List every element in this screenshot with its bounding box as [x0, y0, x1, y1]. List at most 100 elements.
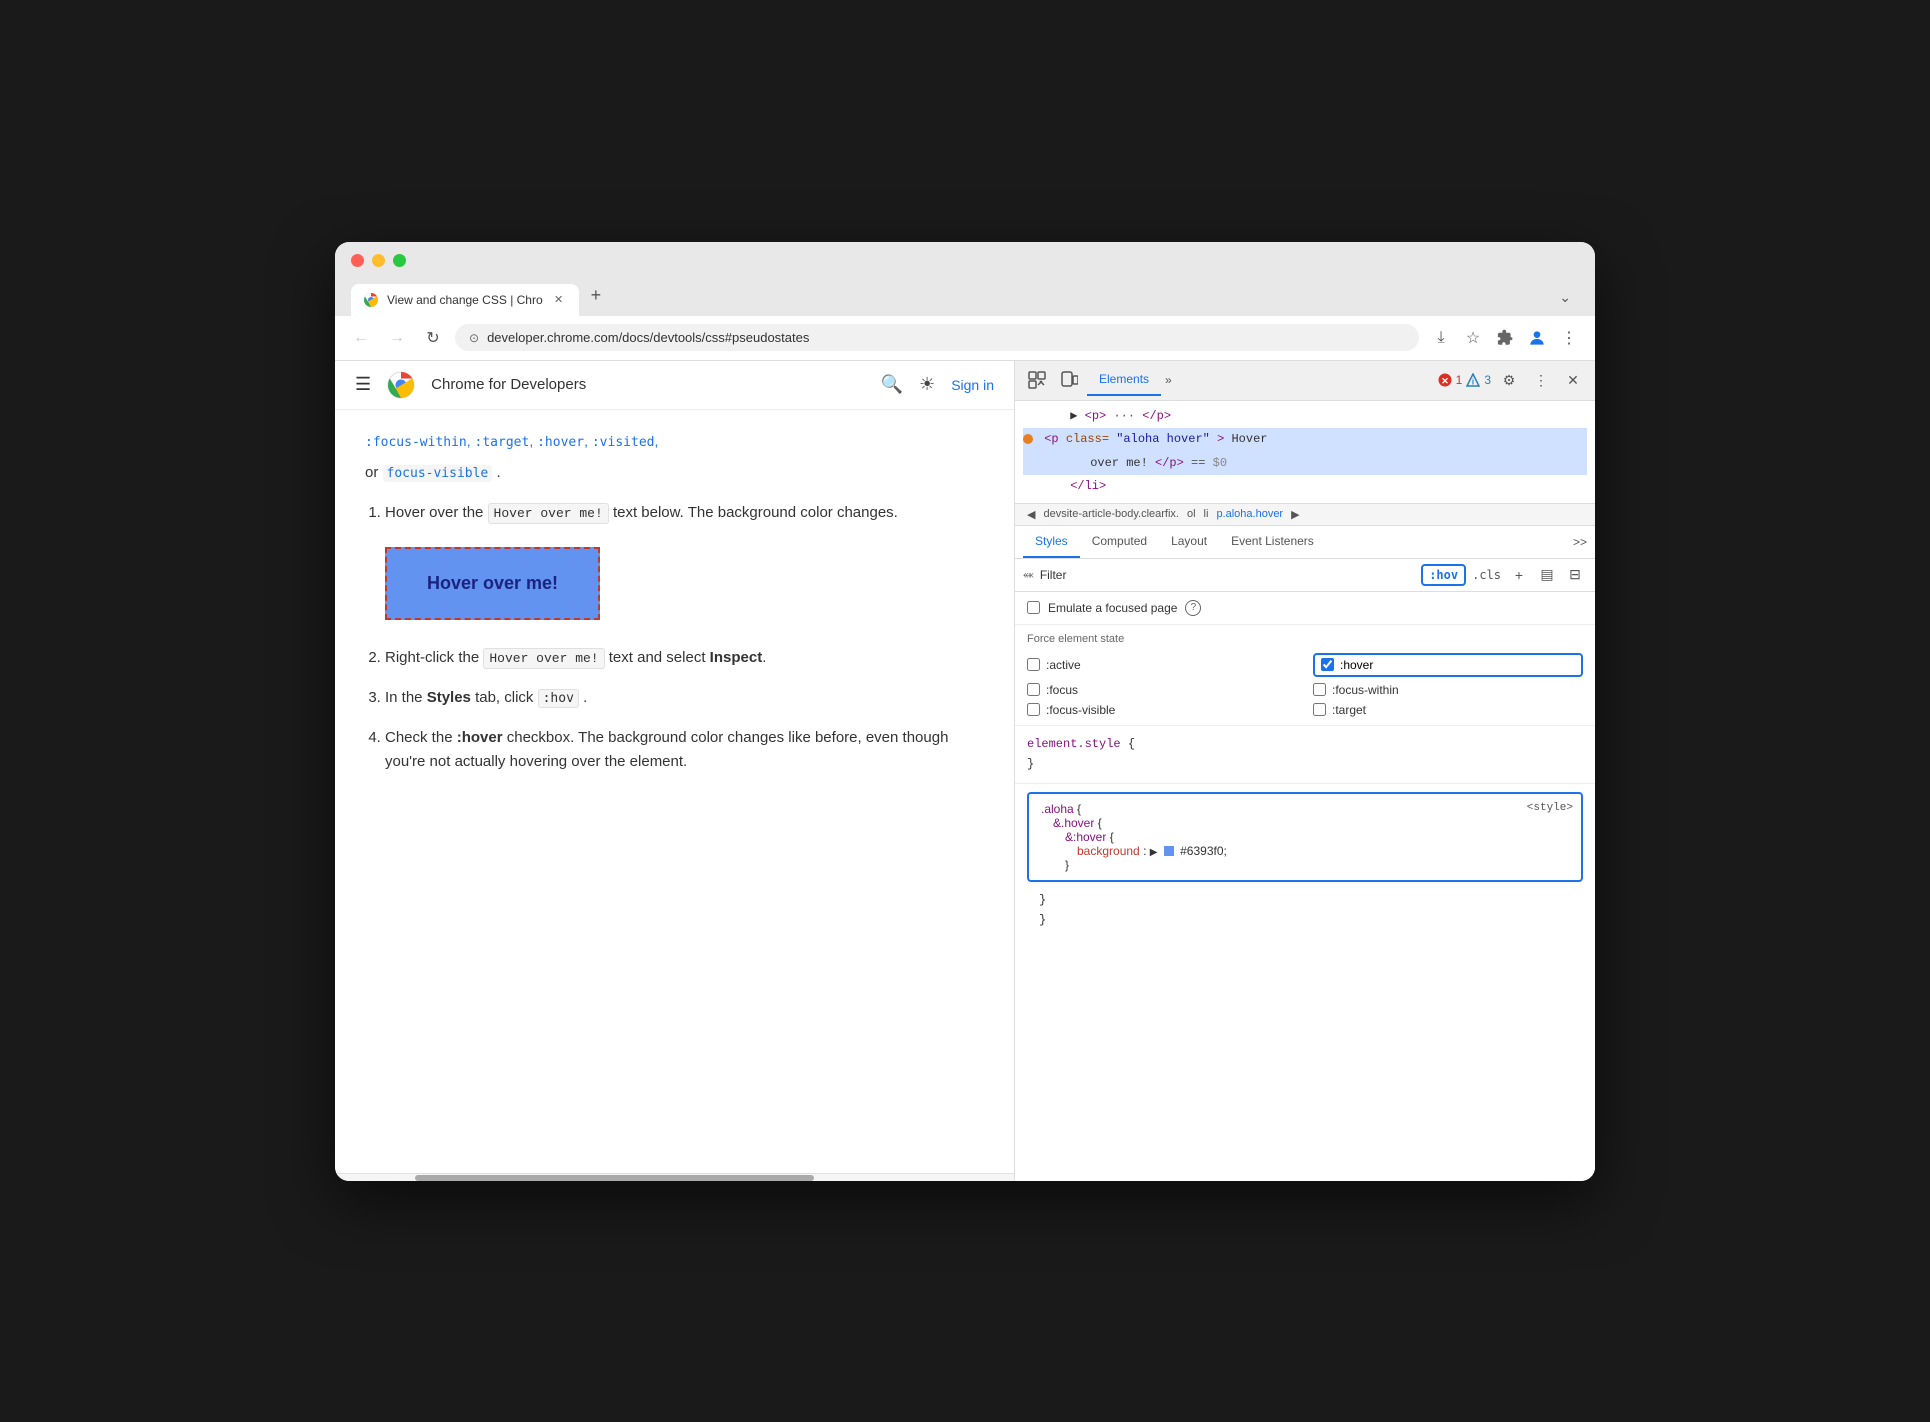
- color-swatch[interactable]: [1164, 846, 1174, 856]
- tab-menu-button[interactable]: ⌄: [1551, 281, 1579, 314]
- close-devtools-button[interactable]: ✕: [1559, 366, 1587, 394]
- breadcrumb-left-arrow[interactable]: ◀: [1023, 508, 1039, 521]
- layout-tab[interactable]: Layout: [1159, 526, 1219, 558]
- extensions-button[interactable]: [1491, 324, 1519, 352]
- address-bar[interactable]: ⊙ developer.chrome.com/docs/devtools/css…: [455, 324, 1419, 351]
- tab-close-button[interactable]: ✕: [551, 292, 567, 308]
- devtools-panel: Elements » ✕ 1 i 3 ⚙: [1015, 361, 1595, 1181]
- forward-button[interactable]: →: [383, 324, 411, 352]
- toggle-sidebar-button[interactable]: ⊟: [1563, 563, 1587, 587]
- focus-within-link[interactable]: :focus-within: [365, 435, 467, 450]
- target-link[interactable]: :target: [475, 435, 530, 450]
- hamburger-menu-icon[interactable]: ☰: [355, 374, 371, 395]
- focus-checkbox[interactable]: [1027, 683, 1040, 696]
- warning-icon: i: [1466, 373, 1480, 387]
- error-badge[interactable]: ✕ 1: [1438, 373, 1463, 387]
- focus-visible-link[interactable]: focus-visible: [383, 465, 493, 482]
- dom-line-selected[interactable]: <p class= "aloha hover" > Hover: [1023, 428, 1587, 452]
- focus-within-checkbox[interactable]: [1313, 683, 1326, 696]
- breadcrumb-item-1[interactable]: devsite-article-body.clearfix.: [1043, 508, 1179, 520]
- inspect-element-button[interactable]: [1023, 366, 1051, 394]
- styles-tab[interactable]: Styles: [1023, 526, 1080, 558]
- event-listeners-tab[interactable]: Event Listeners: [1219, 526, 1326, 558]
- breadcrumb-item-4[interactable]: p.aloha.hover: [1216, 508, 1283, 520]
- filter-input[interactable]: Filter: [1040, 568, 1415, 582]
- dom-line-li: </li>: [1023, 475, 1587, 499]
- more-tabs-button[interactable]: »: [1165, 373, 1172, 387]
- hover-demo-wrapper: Hover over me!: [385, 537, 984, 630]
- dom-tag-close: >: [1217, 432, 1224, 446]
- emulate-info-icon[interactable]: ?: [1185, 600, 1201, 616]
- cls-badge[interactable]: .cls: [1472, 568, 1501, 582]
- emulate-section: Emulate a focused page ?: [1015, 592, 1595, 625]
- back-button[interactable]: ←: [347, 324, 375, 352]
- tab-favicon: [363, 292, 379, 308]
- webpage-panel: ☰ Chrome for Developers 🔍 ☀ Sign in: [335, 361, 1015, 1181]
- dom-dollar-zero: $0: [1213, 456, 1227, 470]
- step4-text: Check the :hover checkbox. The backgroun…: [385, 729, 948, 770]
- dom-expand-icon[interactable]: ▶: [1070, 409, 1077, 423]
- hov-badge[interactable]: :hov: [1421, 564, 1466, 586]
- css-colon: :: [1143, 844, 1150, 858]
- focus-visible-checkbox[interactable]: [1027, 703, 1040, 716]
- reload-button[interactable]: ↻: [419, 324, 447, 352]
- bookmark-button[interactable]: ☆: [1459, 324, 1487, 352]
- chrome-menu-button[interactable]: ⋮: [1555, 324, 1583, 352]
- sign-in-button[interactable]: Sign in: [951, 377, 994, 393]
- scrollbar-thumb[interactable]: [415, 1175, 814, 1181]
- breadcrumb-bar: ◀ devsite-article-body.clearfix. ol li p…: [1015, 504, 1595, 526]
- computed-tab[interactable]: Computed: [1080, 526, 1159, 558]
- tabs-bar: View and change CSS | Chro ✕ + ⌄: [351, 277, 1579, 316]
- focus-within-label: :focus-within: [1332, 683, 1399, 697]
- color-expand-arrow[interactable]: ▶: [1150, 847, 1158, 858]
- emulate-focused-page-checkbox[interactable]: [1027, 601, 1040, 614]
- focus-visible-label: :focus-visible: [1046, 703, 1115, 717]
- target-checkbox[interactable]: [1313, 703, 1326, 716]
- css-hover-pseudo-brace-close: }: [1041, 858, 1569, 872]
- hover-link[interactable]: :hover: [537, 435, 584, 450]
- profile-button[interactable]: [1523, 324, 1551, 352]
- breadcrumb-item-3[interactable]: li: [1204, 508, 1209, 520]
- breadcrumb-item-2[interactable]: ol: [1187, 508, 1196, 520]
- hover-checkbox[interactable]: [1321, 658, 1334, 671]
- more-panels-button[interactable]: >>: [1573, 535, 1587, 549]
- element-style-open: element.style {: [1027, 734, 1583, 754]
- force-state-focus-within: :focus-within: [1313, 683, 1583, 697]
- active-checkbox[interactable]: [1027, 658, 1040, 671]
- warning-count: 3: [1484, 373, 1491, 387]
- error-count: 1: [1456, 373, 1463, 387]
- element-style-close: }: [1027, 754, 1583, 774]
- traffic-lights: [351, 254, 1579, 267]
- search-icon[interactable]: 🔍: [881, 374, 903, 395]
- breadcrumb-right-arrow[interactable]: ▶: [1287, 508, 1303, 521]
- hover-demo-box[interactable]: Hover over me!: [385, 547, 600, 620]
- new-style-layer-button[interactable]: ▤: [1535, 563, 1559, 587]
- theme-toggle-icon[interactable]: ☀: [919, 374, 935, 395]
- browser-tab[interactable]: View and change CSS | Chro ✕: [351, 284, 579, 316]
- css-hover-selector-line: &.hover {: [1041, 816, 1569, 830]
- style-source[interactable]: <style>: [1527, 802, 1573, 814]
- emulate-row: Emulate a focused page ?: [1027, 600, 1583, 616]
- close-button[interactable]: [351, 254, 364, 267]
- dom-close-tag: </p>: [1142, 409, 1171, 423]
- content-area: ☰ Chrome for Developers 🔍 ☀ Sign in: [335, 361, 1595, 1181]
- elements-tab[interactable]: Elements: [1087, 364, 1161, 396]
- add-style-rule-button[interactable]: +: [1507, 563, 1531, 587]
- horizontal-scrollbar[interactable]: [335, 1173, 1014, 1181]
- focus-label: :focus: [1046, 683, 1078, 697]
- step3-period: .: [583, 689, 587, 706]
- warning-badge[interactable]: i 3: [1466, 373, 1491, 387]
- download-button[interactable]: ⤓: [1427, 324, 1455, 352]
- maximize-button[interactable]: [393, 254, 406, 267]
- more-options-button[interactable]: ⋮: [1527, 366, 1555, 394]
- inspect-bold: Inspect: [710, 649, 763, 666]
- new-tab-button[interactable]: +: [583, 277, 610, 314]
- dom-p-close: </p>: [1155, 456, 1184, 470]
- visited-link[interactable]: :visited: [592, 435, 655, 450]
- force-state-focus-visible: :focus-visible: [1027, 703, 1297, 717]
- css-hover-pseudo-selector-line: &:hover {: [1041, 830, 1569, 844]
- device-toggle-button[interactable]: [1055, 366, 1083, 394]
- settings-button[interactable]: ⚙: [1495, 366, 1523, 394]
- minimize-button[interactable]: [372, 254, 385, 267]
- element-style-selector: element.style: [1027, 737, 1128, 751]
